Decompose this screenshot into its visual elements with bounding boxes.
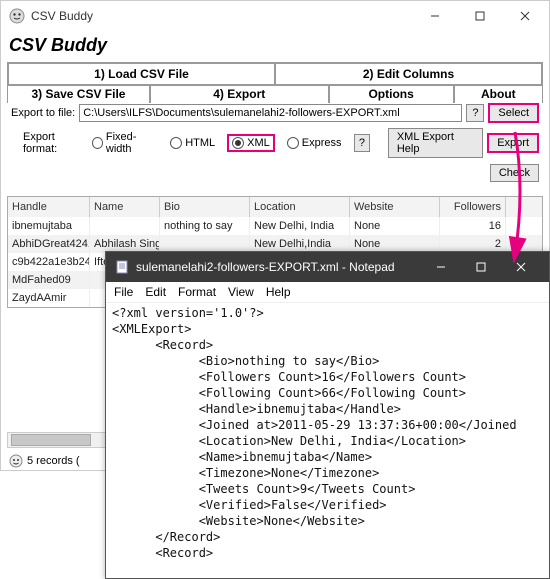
- help-icon[interactable]: ?: [466, 104, 484, 122]
- radio-express-label: Express: [302, 137, 342, 149]
- window-title: CSV Buddy: [31, 9, 412, 23]
- notepad-window: sulemanelahi2-followers-EXPORT.xml - Not…: [105, 251, 550, 579]
- tab-options[interactable]: Options: [329, 86, 454, 103]
- menu-format[interactable]: Format: [178, 285, 216, 299]
- select-button[interactable]: Select: [488, 103, 539, 123]
- close-button[interactable]: [502, 2, 547, 30]
- status-icon: [9, 454, 23, 468]
- menu-edit[interactable]: Edit: [145, 285, 166, 299]
- menu-file[interactable]: File: [114, 285, 133, 299]
- radio-html-label: HTML: [185, 137, 215, 149]
- tab-save-csv[interactable]: 3) Save CSV File: [7, 86, 150, 103]
- menu-help[interactable]: Help: [266, 285, 291, 299]
- tab-about[interactable]: About: [454, 86, 543, 103]
- notepad-content[interactable]: <?xml version='1.0'?> <XMLExport> <Recor…: [106, 303, 549, 563]
- tab-load-csv[interactable]: 1) Load CSV File: [8, 63, 275, 85]
- table-header: Handle Name Bio Location Website Followe…: [8, 197, 542, 217]
- radio-fixed-width[interactable]: Fixed-width: [92, 131, 159, 155]
- col-bio[interactable]: Bio: [160, 197, 250, 217]
- xml-export-help-button[interactable]: XML Export Help: [388, 128, 483, 158]
- export-to-label: Export to file:: [11, 107, 75, 119]
- col-website[interactable]: Website: [350, 197, 440, 217]
- notepad-maximize-button[interactable]: [461, 252, 501, 282]
- radio-express[interactable]: Express: [287, 137, 342, 149]
- radio-xml-label: XML: [247, 137, 270, 149]
- status-text: 5 records (: [27, 455, 80, 467]
- app-icon: [9, 8, 25, 24]
- notepad-close-button[interactable]: [501, 252, 541, 282]
- export-format-label: Export format:: [23, 131, 88, 155]
- tab-row-2: 3) Save CSV File 4) Export Options About: [7, 86, 543, 103]
- titlebar: CSV Buddy: [1, 1, 549, 31]
- table-row[interactable]: ibnemujtaba nothing to say New Delhi, In…: [8, 217, 542, 235]
- help-icon-2[interactable]: ?: [354, 134, 371, 152]
- export-path-input[interactable]: [79, 104, 462, 122]
- minimize-button[interactable]: [412, 2, 457, 30]
- notepad-title: sulemanelahi2-followers-EXPORT.xml - Not…: [136, 260, 421, 274]
- notepad-titlebar: sulemanelahi2-followers-EXPORT.xml - Not…: [106, 252, 549, 282]
- check-button[interactable]: Check: [490, 164, 539, 182]
- tab-edit-columns[interactable]: 2) Edit Columns: [275, 63, 542, 85]
- col-location[interactable]: Location: [250, 197, 350, 217]
- radio-fixed-width-label: Fixed-width: [106, 131, 158, 155]
- col-name[interactable]: Name: [90, 197, 160, 217]
- export-button[interactable]: Export: [487, 133, 539, 153]
- tab-row-1: 1) Load CSV File 2) Edit Columns: [7, 62, 543, 86]
- radio-xml[interactable]: XML: [227, 134, 275, 152]
- col-followers[interactable]: Followers: [440, 197, 506, 217]
- col-handle[interactable]: Handle: [8, 197, 90, 217]
- scrollbar-thumb[interactable]: [11, 434, 91, 446]
- radio-html[interactable]: HTML: [170, 137, 215, 149]
- notepad-menubar: File Edit Format View Help: [106, 282, 549, 303]
- menu-view[interactable]: View: [228, 285, 254, 299]
- maximize-button[interactable]: [457, 2, 502, 30]
- notepad-icon: [114, 259, 130, 275]
- tab-export[interactable]: 4) Export: [150, 86, 329, 103]
- app-heading: CSV Buddy: [9, 35, 541, 56]
- notepad-minimize-button[interactable]: [421, 252, 461, 282]
